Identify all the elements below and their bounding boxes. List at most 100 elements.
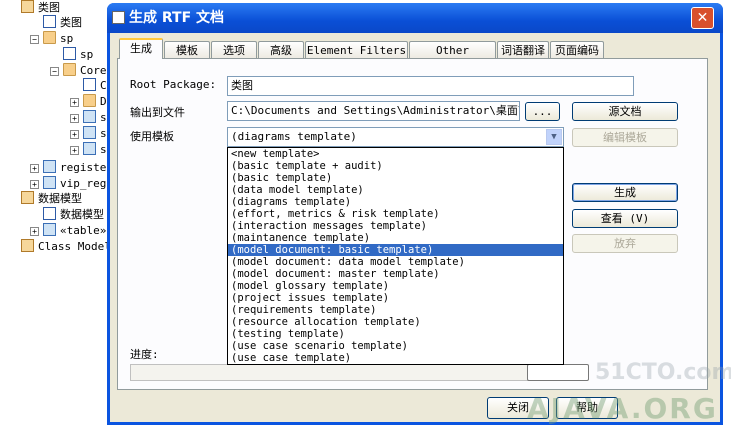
tree-item-label: s: [100, 143, 107, 156]
class-icon: [43, 160, 56, 173]
package-icon: [21, 0, 34, 13]
tree-item[interactable]: + s: [70, 126, 107, 142]
template-select-value: (diagrams template): [231, 130, 357, 143]
template-option[interactable]: (model document: data model template): [228, 256, 563, 268]
expand-icon[interactable]: +: [30, 227, 39, 236]
template-option[interactable]: (model glossary template): [228, 280, 563, 292]
tree-item-label: 类图: [38, 1, 60, 14]
root-package-field[interactable]: 类图: [227, 76, 634, 96]
close-button[interactable]: ✕: [691, 7, 714, 29]
collapse-icon[interactable]: −: [50, 67, 59, 76]
tab-advanced[interactable]: 高级: [258, 41, 304, 59]
tree-item[interactable]: 数据模型: [21, 191, 82, 207]
template-option[interactable]: (resource allocation template): [228, 316, 563, 328]
root-package-label: Root Package:: [130, 78, 217, 91]
tree-item-label: 数据模型: [38, 192, 82, 205]
tree-item[interactable]: C: [83, 78, 107, 94]
table-icon: [43, 223, 56, 236]
chevron-down-icon[interactable]: ▼: [546, 129, 562, 145]
tree-item-label: C: [100, 79, 107, 92]
tree-item[interactable]: + register: [30, 160, 113, 176]
tree-item-label: s: [100, 111, 107, 124]
tree-item-label: Class Model: [38, 240, 111, 253]
tree-item-label: D: [100, 95, 107, 108]
dialog-title: 生成 RTF 文档: [107, 3, 723, 33]
class-icon: [43, 176, 56, 189]
template-option[interactable]: (model document: master template): [228, 268, 563, 280]
tree-item[interactable]: 类图: [43, 15, 82, 31]
tree-item-label: 类图: [60, 16, 82, 29]
class-icon: [83, 142, 96, 155]
tree-item-label: s: [100, 127, 107, 140]
view-button[interactable]: 查看 (V): [572, 209, 678, 228]
source-document-button[interactable]: 源文档: [572, 102, 678, 121]
tree-item[interactable]: + s: [70, 110, 107, 126]
abort-button[interactable]: 放弃: [572, 234, 678, 253]
template-label: 使用模板: [130, 130, 174, 143]
browse-button[interactable]: ...: [525, 102, 560, 121]
watermark-51cto: 51CTO.com: [595, 360, 731, 385]
generate-button[interactable]: 生成: [572, 183, 678, 202]
tab-word-translation[interactable]: 词语翻译: [497, 41, 549, 59]
expand-icon[interactable]: +: [70, 130, 79, 139]
template-option[interactable]: (use case template): [228, 352, 563, 364]
template-option[interactable]: (effort, metrics & risk template): [228, 208, 563, 220]
tree-item[interactable]: + s: [70, 142, 107, 158]
template-option[interactable]: <new template>: [228, 148, 563, 160]
template-option[interactable]: (basic template): [228, 172, 563, 184]
tree-item[interactable]: − sp: [30, 31, 73, 47]
watermark-ajava: AJAVA.ORG: [527, 392, 718, 425]
template-option[interactable]: (data model template): [228, 184, 563, 196]
folder-icon: [83, 94, 96, 107]
collapse-icon[interactable]: −: [30, 35, 39, 44]
status-box: [527, 364, 589, 381]
template-option[interactable]: (project issues template): [228, 292, 563, 304]
class-icon: [83, 126, 96, 139]
template-option[interactable]: (use case scenario template): [228, 340, 563, 352]
folder-icon: [43, 31, 56, 44]
template-option[interactable]: (testing template): [228, 328, 563, 340]
progress-label: 进度:: [130, 348, 159, 361]
edit-template-button[interactable]: 编辑模板: [572, 128, 678, 147]
tab-element-filters[interactable]: Element Filters: [305, 41, 408, 59]
tab-template[interactable]: 模板: [164, 41, 210, 59]
tree-item[interactable]: 类图: [21, 0, 60, 16]
tree-item-label: register: [60, 161, 113, 174]
template-option[interactable]: (model document: basic template): [228, 244, 563, 256]
expand-icon[interactable]: +: [30, 180, 39, 189]
diagram-icon: [63, 47, 76, 60]
expand-icon[interactable]: +: [70, 98, 79, 107]
expand-icon[interactable]: +: [70, 114, 79, 123]
tree-item-label: sp: [80, 48, 94, 61]
folder-icon: [63, 63, 76, 76]
template-select[interactable]: (diagrams template) ▼: [227, 127, 564, 147]
app-icon: [112, 11, 125, 24]
tree-item[interactable]: sp: [63, 47, 93, 63]
template-dropdown-list[interactable]: <new template> (basic template + audit) (b…: [227, 147, 564, 365]
tree-item-label: sp: [60, 32, 74, 45]
class-icon: [83, 110, 96, 123]
template-option[interactable]: (interaction messages template): [228, 220, 563, 232]
tree-item-label: 数据模型: [60, 208, 104, 221]
expand-icon[interactable]: +: [70, 146, 79, 155]
template-option[interactable]: (basic template + audit): [228, 160, 563, 172]
output-file-field[interactable]: C:\Documents and Settings\Administrator\…: [227, 101, 520, 121]
tree-item[interactable]: + D: [70, 94, 107, 110]
tab-other-filters[interactable]: Other Filters: [409, 41, 496, 74]
tree-item[interactable]: − Core: [50, 63, 107, 79]
diagram-icon: [43, 15, 56, 28]
expand-icon[interactable]: +: [30, 164, 39, 173]
diagram-icon: [43, 207, 56, 220]
template-option[interactable]: (requirements template): [228, 304, 563, 316]
project-browser-tree: 类图 类图 − sp sp − Core C + D + s + s + s + register + vip_reg…: [0, 0, 124, 425]
model-icon: [21, 239, 34, 252]
tab-page-encoding[interactable]: 页面编码: [550, 41, 604, 59]
tree-item-label: Core: [80, 64, 107, 77]
tab-options[interactable]: 选项: [211, 41, 257, 59]
tree-item[interactable]: 数据模型: [43, 207, 104, 223]
template-option[interactable]: (diagrams template): [228, 196, 563, 208]
diagram-icon: [83, 78, 96, 91]
tab-generate[interactable]: 生成: [119, 38, 163, 59]
template-option[interactable]: (maintanence template): [228, 232, 563, 244]
tree-item[interactable]: Class Model: [21, 239, 111, 255]
